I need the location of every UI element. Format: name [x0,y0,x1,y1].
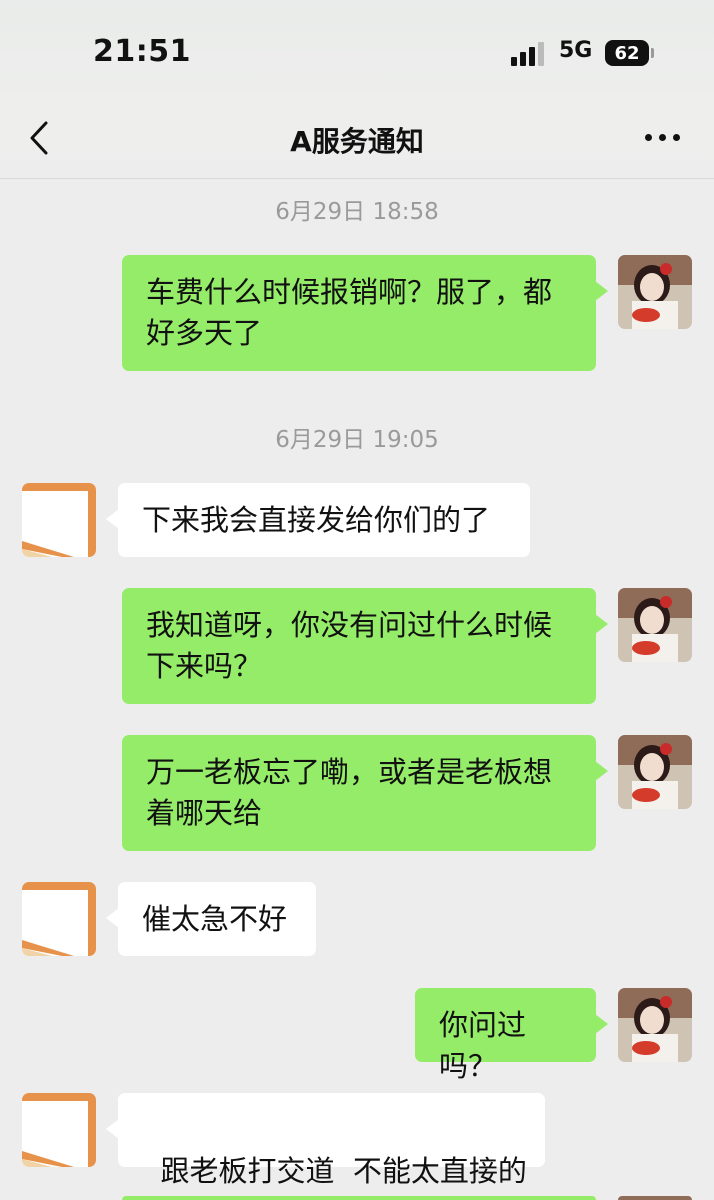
top-bar: 21:51 5G 62 A服务通知 [0,0,714,179]
contact-avatar[interactable] [22,882,96,956]
more-button[interactable] [640,124,686,150]
contact-avatar[interactable] [22,1093,96,1167]
message-bubble-sent[interactable]: 车费什么时候报销啊？服了，都好多天了 [122,255,608,371]
message-text: 万一老板忘了嘞，或者是老板想着哪天给 [146,755,553,830]
my-avatar[interactable] [618,255,692,329]
my-avatar[interactable] [618,588,692,662]
message-bubble-received[interactable]: 下来我会直接发给你们的了 [106,483,530,557]
message-text: 跟老板打交道 不能太直接的 [160,1154,527,1188]
contact-avatar[interactable] [22,483,96,557]
timestamp: 6月29日 19:05 [275,427,439,453]
my-avatar[interactable] [618,988,692,1062]
battery-level: 62 [614,42,640,64]
message-text: 车费什么时候报销啊？服了，都好多天了 [146,275,553,350]
my-avatar-partial [618,1196,692,1200]
network-type: 5G [559,38,593,63]
message-text: 你问过吗？ [439,1008,527,1083]
more-dots-icon [645,134,652,141]
message-bubble-received[interactable]: 催太急不好 [106,882,316,956]
message-text: 我知道呀，你没有问过什么时候下来吗？ [146,608,553,683]
signal-icon [511,42,549,66]
my-avatar[interactable] [618,735,692,809]
message-text: 催太急不好 [142,902,288,936]
status-time: 21:51 [93,34,191,69]
chat-title: A服务通知 [290,125,424,158]
message-text: 下来我会直接发给你们的了 [142,503,491,537]
battery-cap [651,48,654,58]
message-bubble-sent-partial [122,1196,596,1200]
message-bubble-sent[interactable]: 我知道呀，你没有问过什么时候下来吗？ [122,588,608,704]
message-bubble-sent[interactable]: 你问过吗？ [415,988,608,1083]
message-bubble-received[interactable]: 跟老板打交道 不能太直接的 [106,1093,545,1188]
battery-icon: 62 [605,40,649,66]
message-bubble-sent[interactable]: 万一老板忘了嘞，或者是老板想着哪天给 [122,735,608,851]
timestamp: 6月29日 18:58 [275,199,439,225]
